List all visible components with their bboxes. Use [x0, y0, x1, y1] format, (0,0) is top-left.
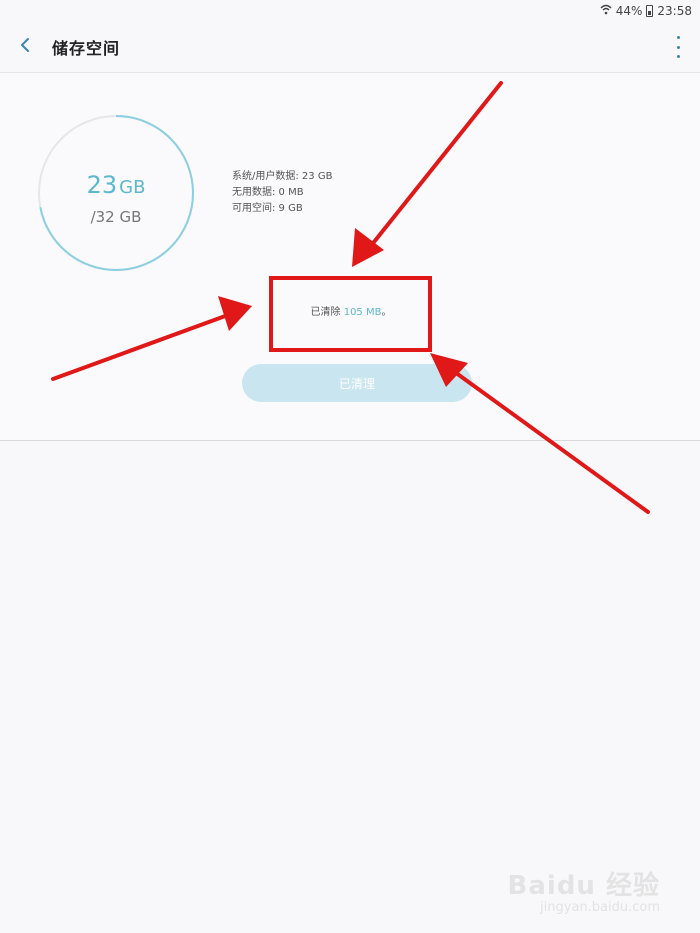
battery-percent: 44% — [615, 4, 643, 18]
stat-junk-data: 无用数据: 0 MB — [232, 187, 304, 198]
storage-card: 23 GB /32 GB 系统/用户数据: 23 GB 无用数据: 0 MB 可用… — [0, 73, 700, 441]
cleared-prefix: 已清除 — [310, 307, 344, 318]
stat-system-user-data: 系统/用户数据: 23 GB — [232, 171, 333, 182]
used-storage: 23 GB — [36, 171, 196, 199]
watermark: Baidu 经验 jingyan.baidu.com — [508, 865, 660, 915]
page-title: 储存空间 — [52, 39, 121, 58]
stat-free-space: 可用空间: 9 GB — [232, 203, 303, 214]
storage-stats: 系统/用户数据: 23 GB 无用数据: 0 MB 可用空间: 9 GB — [232, 169, 332, 217]
cleaned-button[interactable]: 已清理 — [242, 364, 472, 402]
total-storage: /32 GB — [90, 208, 142, 226]
more-options-button[interactable] — [674, 36, 682, 58]
status-bar: 44% 23:58 — [0, 0, 700, 22]
battery-icon — [646, 5, 654, 17]
clock: 23:58 — [657, 4, 692, 18]
app-bar: 储存空间 — [0, 22, 700, 73]
used-value: 23 — [86, 171, 118, 199]
cleared-message: 已清除 105 MB。 — [272, 303, 430, 318]
more-vert-icon — [676, 36, 680, 39]
chevron-left-icon — [19, 37, 31, 57]
watermark-logo: Baidu 经验 — [507, 871, 660, 901]
storage-ring: 23 GB /32 GB — [36, 113, 196, 273]
status-indicators: 44% 23:58 — [600, 3, 692, 19]
wifi-icon — [600, 4, 612, 18]
cleared-amount: 105 MB — [343, 307, 382, 318]
cleared-suffix: 。 — [381, 307, 392, 318]
back-button[interactable] — [12, 34, 38, 60]
used-unit: GB — [119, 177, 146, 198]
watermark-url: jingyan.baidu.com — [540, 900, 660, 915]
